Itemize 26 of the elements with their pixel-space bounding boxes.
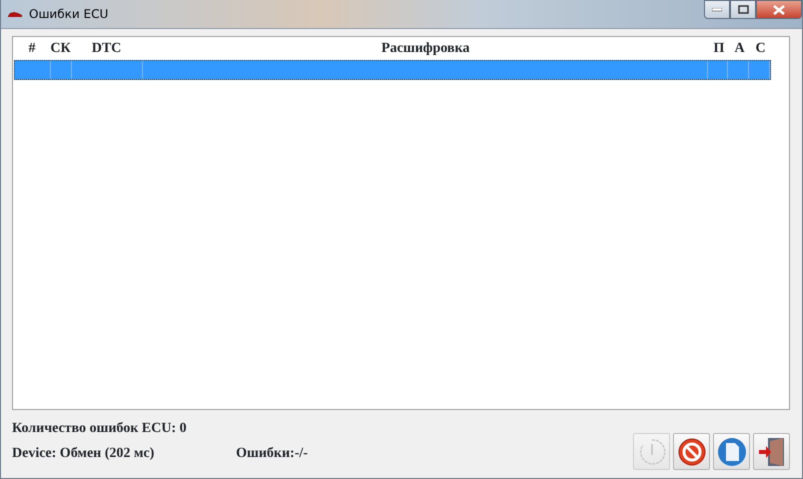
minimize-button[interactable] — [704, 0, 730, 19]
device-status: Device: Обмен (202 мс) — [12, 445, 156, 463]
document-icon — [716, 436, 746, 466]
maximize-icon — [738, 5, 748, 14]
table-row[interactable] — [14, 60, 771, 80]
column-header: Расшифровка — [380, 40, 471, 58]
column-header: # — [28, 40, 36, 58]
stop-icon — [676, 436, 706, 466]
window-title: Ошибки ECU — [29, 6, 108, 23]
timer-icon — [638, 436, 666, 466]
column-header: DTC — [90, 40, 122, 58]
minimize-icon — [712, 8, 722, 12]
document-button[interactable] — [713, 433, 750, 470]
exit-button[interactable] — [753, 433, 790, 470]
errors-status: Ошибки:-/- — [236, 445, 308, 463]
door-icon — [756, 436, 786, 468]
column-header: А — [733, 40, 746, 58]
column-header: П — [712, 40, 726, 58]
maximize-button[interactable] — [730, 0, 756, 19]
stop-button[interactable] — [673, 433, 710, 470]
close-button[interactable] — [756, 0, 802, 19]
error-count-label: Количество ошибок ECU: 0 — [12, 420, 188, 438]
column-header: С — [754, 40, 767, 58]
car-icon — [7, 10, 23, 18]
close-icon — [773, 4, 785, 14]
column-header: СК — [50, 40, 71, 58]
